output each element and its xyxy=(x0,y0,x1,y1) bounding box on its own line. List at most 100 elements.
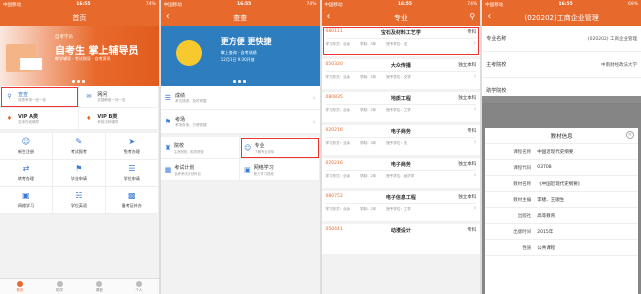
dialog-row: 课程代码 03708 xyxy=(485,160,638,176)
tab-bar: 首页 助学 课程 个人 xyxy=(0,278,159,294)
detail-label: 专业名称 xyxy=(486,36,507,42)
menu-label: VIP A类 xyxy=(18,113,39,120)
grid-item-register[interactable]: ☺ 新生注册 xyxy=(0,133,53,160)
menu-item-wangwen[interactable]: ✉ 网问 答疑解惑一问一答 xyxy=(79,86,159,108)
grid-item-transfer[interactable]: ⇄ 转考办理 xyxy=(0,160,53,187)
row-label: 考场 xyxy=(175,116,186,123)
grid-item-degree[interactable]: ☰ 学位申请 xyxy=(105,160,159,187)
list-item[interactable]: 080835 地质工程 独立本科 学习形式：业余 学制：2年 授予学位：工学 › xyxy=(321,92,481,122)
major-level: 专科 xyxy=(467,129,477,134)
grid-label: 毕业申请 xyxy=(70,176,87,181)
user-icon: ☺ xyxy=(21,137,31,146)
grid-label: 专业 xyxy=(254,142,265,149)
major-years: 学制：2年 xyxy=(360,207,377,211)
back-icon[interactable]: ‹ xyxy=(487,11,491,22)
major-degree: 授予学位：工学 xyxy=(386,108,411,112)
tab-profile[interactable]: 个人 xyxy=(119,279,159,294)
dialog-key: 出版社 xyxy=(517,213,532,219)
grid-item-online[interactable]: ▣ 网络学习 助力学习视频 xyxy=(240,159,320,181)
menu-item-vip-a[interactable]: ♦ VIP A类 名师在线辅导 xyxy=(0,108,80,130)
tab-assist[interactable]: 助学 xyxy=(40,279,80,294)
list-item[interactable]: 020216 电子商务 专科 学习形式：业余 学制：3年 授予学位：无 › xyxy=(321,125,481,155)
page-title: (020202)工商企业管理 xyxy=(524,13,599,22)
tab-course[interactable]: 课程 xyxy=(79,279,119,294)
tab-home[interactable]: 首页 xyxy=(0,279,40,294)
grid-item-exam[interactable]: ✎ 考试报考 xyxy=(52,133,106,160)
major-degree: 授予学位：文学 xyxy=(386,75,411,79)
grid-item-online[interactable]: ▣ 网络学习 xyxy=(0,187,53,214)
home-banner[interactable]: 自考学员 自考生 掌上辅导员 教学辅导 · 考试指导 · 自考资讯 xyxy=(0,26,159,86)
grid-item-card[interactable]: ▩ 备考证补办 xyxy=(105,187,159,214)
major-level: 专科 xyxy=(467,228,477,233)
major-degree: 授予学位：无 xyxy=(386,42,408,46)
page-title: 查查 xyxy=(233,13,248,22)
row-score[interactable]: ☰ 成绩 考试成绩，及时掌握 › xyxy=(160,86,320,110)
battery-label: 74% xyxy=(467,2,478,7)
grid-label: 备考证补办 xyxy=(121,203,142,208)
nav-bar: ‹ 查查 xyxy=(160,9,320,26)
service-grid: ☺ 新生注册 ✎ 考试报考 ➤ 免考办理 ⇄ 转考办理 ⚑ 毕业申请 ☰ 学位申请 ▣ 网络学… xyxy=(0,133,159,214)
dialog-key: 性质 xyxy=(522,245,532,251)
back-icon[interactable]: ‹ xyxy=(166,11,170,22)
grid-label: 免考办理 xyxy=(123,149,140,154)
grid-label: 考试计划 xyxy=(174,164,195,171)
grid-item-plan[interactable]: ▦ 考试计划 自考考试计划科目 xyxy=(160,159,241,181)
grid-sub: 助力学习视频 xyxy=(253,171,274,176)
grid-item-major[interactable]: ☺ 专业 了解专业详情 xyxy=(240,137,320,159)
menu-item-chacha[interactable]: ⚲ 查查 成绩考场一查一准 xyxy=(0,86,80,108)
card-icon: ▩ xyxy=(128,191,136,200)
grid-label: 转考办理 xyxy=(17,176,34,181)
major-list: 080111 宝石及材料工艺学 专科 学习形式：业余 学制：3年 授予学位：无 › … xyxy=(321,26,481,254)
status-bar: 中国移动 16:55 74% xyxy=(321,0,481,9)
detail-value: (020202) 工商企业管理 xyxy=(587,36,637,42)
search-icon: ⚲ xyxy=(7,93,12,100)
back-icon[interactable]: ‹ xyxy=(327,11,331,22)
vip-icon: ♦ xyxy=(86,115,92,122)
chacha-banner[interactable]: 更方便 更快捷 掌上查询 · 自考成绩 12月1日 9:30开放 xyxy=(160,26,320,86)
major-type: 学习形式：业余 xyxy=(325,174,351,178)
course-icon xyxy=(96,280,103,287)
row-room[interactable]: ⚑ 考场 考场查询，方便快捷 › xyxy=(160,110,320,134)
menu-sub: 成绩考场一查一准 xyxy=(18,97,46,102)
banner-illustration xyxy=(175,40,202,66)
major-degree: 授予学位：工学 xyxy=(386,207,411,211)
close-icon[interactable]: × xyxy=(626,131,634,139)
list-item[interactable]: 080753 电子信息工程 独立本科 学习形式：业余 学制：2年 授予学位：工学 › xyxy=(321,191,481,221)
book-illustration-2 xyxy=(20,58,42,70)
query-grid: ♜ 院校 主考院校，助学院校 ☺ 专业 了解专业详情 ▦ 考试计划 自考考试计划科目 ▣ 网络… xyxy=(160,137,320,181)
swap-icon: ⇄ xyxy=(22,164,30,173)
menu-sub: 名师在线辅导 xyxy=(18,119,39,124)
battery-label: 74% xyxy=(145,2,156,7)
chevron-right-icon: › xyxy=(473,39,477,47)
time-label: 16:55 xyxy=(397,2,413,7)
book-icon: ☵ xyxy=(75,191,83,200)
list-item[interactable]: 050320 大众传播 独立本科 学习形式：业余 学制：2年 授予学位：文学 › xyxy=(321,59,481,89)
tab-label: 首页 xyxy=(16,287,24,292)
list-item[interactable]: 050441 动漫设计 专科 xyxy=(321,224,481,254)
detail-label: 主考院校 xyxy=(486,62,507,68)
nav-bar: 首页 xyxy=(0,9,159,26)
grid-item-exempt[interactable]: ➤ 免考办理 xyxy=(105,133,159,160)
grid-sub: 主考院校，助学院校 xyxy=(174,149,204,154)
grid-item-school[interactable]: ♜ 院校 主考院校，助学院校 xyxy=(160,137,241,159)
search-icon[interactable]: ⚲ xyxy=(469,12,475,21)
list-item[interactable]: 020216 电子商务 独立本科 学习形式：业余 学制：2年 授予学位：经济学 › xyxy=(321,158,481,188)
detail-row-school: 主考院校 中南财经政法大学 xyxy=(482,52,641,78)
grid-item-english[interactable]: ☵ 学位英语 xyxy=(52,187,106,214)
user-circle-icon: ☺ xyxy=(244,143,252,152)
screen-majors: 中国移动 16:55 74% ‹ 专业 ⚲ 080111 宝石及材料工艺学 专科… xyxy=(321,0,481,294)
dialog-title: 教材信息 xyxy=(550,133,573,140)
grid-item-graduate[interactable]: ⚑ 毕业申请 xyxy=(52,160,106,187)
time-label: 16:55 xyxy=(76,2,91,7)
major-name: 地质工程 xyxy=(390,96,411,102)
dialog-value: 中国近现代史纲要 xyxy=(537,149,574,155)
dialog-value: 2015年 xyxy=(537,229,554,235)
major-level: 专科 xyxy=(467,30,477,35)
list-item[interactable]: 080111 宝石及材料工艺学 专科 学习形式：业余 学制：3年 授予学位：无 › xyxy=(321,26,481,56)
menu-item-vip-b[interactable]: ♦ VIP B类 考前冲刺辅导 xyxy=(79,108,159,130)
grid-sub: 自考考试计划科目 xyxy=(174,171,201,176)
major-type: 学习形式：业余 xyxy=(325,207,351,211)
major-years: 学制：2年 xyxy=(360,174,377,178)
chevron-right-icon: › xyxy=(312,117,316,126)
menu-label: 查查 xyxy=(18,91,29,98)
